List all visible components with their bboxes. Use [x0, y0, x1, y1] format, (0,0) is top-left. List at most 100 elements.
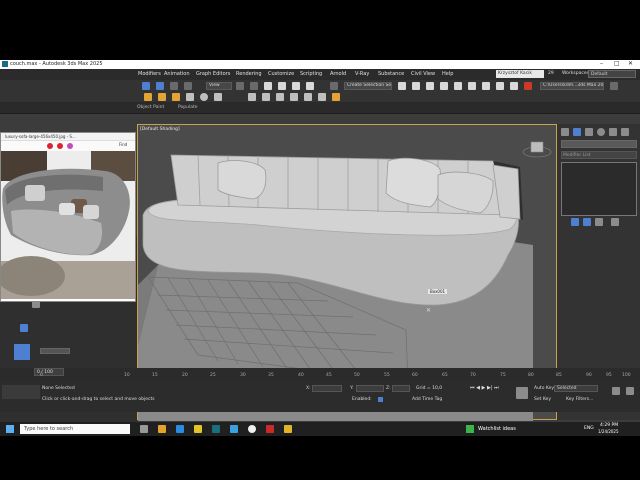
snap-3d-icon[interactable] — [264, 82, 272, 90]
orbit-icon[interactable] — [626, 387, 634, 395]
clock-date[interactable]: 1/24/2025 — [598, 429, 619, 434]
lock-icon[interactable] — [332, 93, 340, 101]
maxscript-listener[interactable] — [2, 385, 40, 399]
set-key-icon[interactable] — [516, 387, 528, 399]
modify-tab-icon[interactable] — [573, 128, 581, 136]
minimize-icon[interactable]: – — [600, 60, 603, 67]
align-icon[interactable] — [412, 82, 420, 90]
curve-editor-icon[interactable] — [454, 82, 462, 90]
menu-customize[interactable]: Customize — [268, 71, 294, 77]
auto-key-button[interactable]: Auto Key — [534, 386, 554, 391]
menu-animation[interactable]: Animation — [164, 71, 190, 77]
start-icon[interactable] — [6, 425, 14, 433]
pivot-icon[interactable] — [236, 82, 244, 90]
zoom-icon[interactable] — [612, 387, 620, 395]
edge-icon[interactable] — [176, 425, 184, 433]
y-coord-field[interactable] — [356, 385, 384, 392]
box-icon[interactable] — [186, 93, 194, 101]
spinner-snap-icon[interactable] — [306, 82, 314, 90]
layout-preview-icon[interactable] — [14, 344, 30, 360]
file-explorer-icon[interactable] — [194, 425, 202, 433]
create-tab-icon[interactable] — [561, 128, 569, 136]
reference-image-window[interactable]: luxury-sofa-large-456x450.jpg - S... Fin… — [0, 132, 136, 302]
key-filters-button[interactable]: Key Filters... — [566, 397, 593, 402]
widget-icon[interactable] — [158, 425, 166, 433]
weather-widget[interactable]: Watchlist ideas — [478, 426, 516, 432]
modifier-stack[interactable] — [561, 162, 637, 216]
fur-icon[interactable] — [290, 93, 298, 101]
remove-modifier-icon[interactable] — [611, 218, 619, 226]
maximize-icon[interactable]: □ — [614, 60, 620, 67]
add-time-tag-button[interactable]: Add Time Tag — [412, 397, 442, 402]
signin-button[interactable]: Krzysztof Kacik — [496, 70, 544, 78]
close-icon[interactable]: ✕ — [628, 60, 633, 67]
menu-scripting[interactable]: Scripting — [300, 71, 322, 77]
utilities-tab-icon[interactable] — [621, 128, 629, 136]
task-view-icon[interactable] — [140, 425, 148, 433]
workspace-dropdown[interactable]: Default — [588, 70, 636, 78]
language-indicator[interactable]: ENG — [584, 426, 594, 431]
key-mode-dropdown[interactable]: Selected — [554, 385, 598, 392]
vray-toolbar-icon[interactable] — [262, 93, 270, 101]
material-icon[interactable] — [248, 93, 256, 101]
project-path-dropdown[interactable]: C:\Users\kdm...3ds Max 2025 — [540, 82, 604, 90]
z-coord-field[interactable] — [392, 385, 410, 392]
clock-time[interactable]: 4:29 PM — [600, 423, 618, 428]
rotate-icon[interactable] — [170, 82, 178, 90]
object-name-field[interactable] — [561, 140, 637, 148]
material-editor-icon[interactable] — [482, 82, 490, 90]
mirror-icon[interactable] — [398, 82, 406, 90]
taskbar-search[interactable]: Type here to search — [20, 424, 130, 434]
project-folder-icon[interactable] — [610, 82, 618, 90]
timeline[interactable]: 0 / 100 0 10 15 20 25 30 35 40 45 50 55 … — [0, 368, 640, 382]
time-slider[interactable]: 0 / 100 — [34, 368, 64, 376]
schematic-view-icon[interactable] — [468, 82, 476, 90]
tab-populate[interactable]: Populate — [178, 105, 198, 110]
enabled-checkbox[interactable] — [378, 397, 383, 402]
display-tab-icon[interactable] — [609, 128, 617, 136]
render-setup-icon[interactable] — [496, 82, 504, 90]
layout-slider[interactable] — [40, 348, 70, 354]
set-key-button[interactable]: Set Key — [534, 397, 551, 402]
light-icon[interactable] — [144, 93, 152, 101]
layer-explorer-icon[interactable] — [426, 82, 434, 90]
menu-graph-editors[interactable]: Graph Editors — [196, 71, 230, 77]
hierarchy-tab-icon[interactable] — [585, 128, 593, 136]
notification-count[interactable]: 29 — [548, 71, 554, 76]
photos-icon[interactable] — [230, 425, 238, 433]
tab-object-paint[interactable]: Object Paint — [137, 105, 164, 110]
menu-arnold[interactable]: Arnold — [330, 71, 346, 77]
menu-substance[interactable]: Substance — [378, 71, 404, 77]
motion-tab-icon[interactable] — [597, 128, 605, 136]
proxy-icon[interactable] — [304, 93, 312, 101]
ref-find-button[interactable]: Find — [119, 142, 127, 147]
render-icon[interactable] — [524, 82, 532, 90]
chrome-icon[interactable] — [248, 425, 256, 433]
menu-civil-view[interactable]: Civil View — [411, 71, 435, 77]
edit-named-sets-icon[interactable] — [330, 82, 338, 90]
color-red2-icon[interactable] — [57, 143, 63, 149]
sphere-icon[interactable] — [200, 93, 208, 101]
color-red-icon[interactable] — [47, 143, 53, 149]
select-manipulate-icon[interactable] — [250, 82, 258, 90]
selection-set-dropdown[interactable]: Create Selection Se — [344, 82, 392, 90]
menu-rendering[interactable]: Rendering — [236, 71, 262, 77]
plane-icon[interactable] — [318, 93, 326, 101]
scale-icon[interactable] — [184, 82, 192, 90]
render-frame-icon[interactable] — [510, 82, 518, 90]
recorder-icon[interactable] — [266, 425, 274, 433]
move-icon[interactable] — [156, 82, 164, 90]
modifier-list-dropdown[interactable]: Modifier List — [561, 151, 637, 159]
toggle-ribbon-icon[interactable] — [440, 82, 448, 90]
omni-icon[interactable] — [172, 93, 180, 101]
select-icon[interactable] — [142, 82, 150, 90]
camera-icon[interactable] — [276, 93, 284, 101]
3dsmax-taskbar-icon[interactable] — [212, 425, 220, 433]
menu-modifiers[interactable]: Modifiers — [138, 71, 161, 77]
view-dropdown[interactable]: View — [206, 82, 232, 90]
teapot-icon[interactable] — [214, 93, 222, 101]
percent-snap-icon[interactable] — [292, 82, 300, 90]
playback-controls[interactable]: ⏮ ◀ ▶ ▶| ⏭ — [470, 385, 499, 391]
app-icon[interactable] — [284, 425, 292, 433]
make-unique-icon[interactable] — [595, 218, 603, 226]
